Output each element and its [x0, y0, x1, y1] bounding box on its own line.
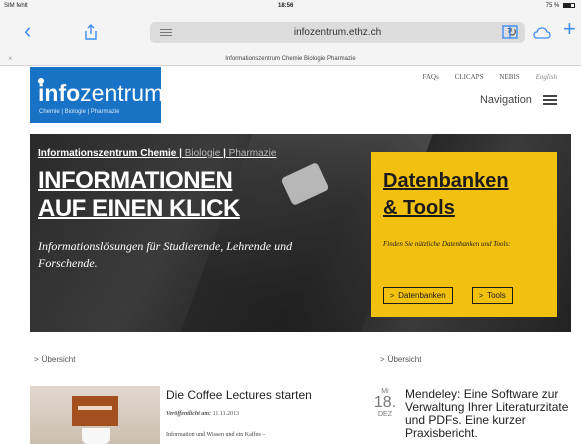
clock: 18:56: [278, 3, 294, 9]
hamburger-icon: [543, 95, 557, 106]
event-day: 18.: [373, 394, 397, 411]
news-excerpt: Information und Wissen und ein Kaffee –: [166, 432, 266, 438]
chevron-right-icon: >: [380, 355, 385, 364]
chevron-right-icon: >: [479, 293, 484, 300]
overview-link-left[interactable]: > Übersicht: [34, 355, 75, 364]
link-nebis[interactable]: NEBIS: [499, 73, 519, 81]
tools-button[interactable]: > Tools: [472, 287, 513, 304]
hero-breadcrumb[interactable]: Informationszentrum Chemie | Biologie | …: [38, 148, 276, 159]
thumbnail-sign: [72, 396, 118, 426]
navigation-label: Navigation: [479, 94, 532, 106]
hero-headline: Informationen auf einen Klick: [38, 167, 240, 222]
overview-link-right[interactable]: > Übersicht: [380, 355, 421, 364]
close-tab-icon[interactable]: ×: [8, 52, 13, 66]
site-logo[interactable]: infozentrum Chemie | Biologie | Pharmazi…: [30, 67, 164, 123]
back-icon[interactable]: ‹: [24, 20, 31, 42]
battery-icon: [563, 3, 575, 8]
hero-banner: Informationszentrum Chemie | Biologie | …: [30, 134, 571, 332]
logo-subtitle: Chemie | Biologie | Pharmazie: [39, 109, 120, 115]
event-date: Mi 18. DEZ: [372, 388, 398, 418]
browser-toolbar: ‹ infozentrum.ethz.ch ↻ +: [0, 14, 581, 52]
link-clicaps[interactable]: CLICAPS: [455, 73, 484, 81]
chevron-right-icon: >: [34, 355, 39, 364]
link-faqs[interactable]: FAQs: [423, 73, 439, 81]
book-icon[interactable]: [502, 24, 518, 42]
news-thumbnail[interactable]: [30, 386, 160, 444]
reader-icon[interactable]: [160, 29, 172, 36]
status-bar: SIM fehlt 18:56 75 %: [0, 0, 581, 14]
share-icon[interactable]: [84, 24, 98, 43]
databases-button[interactable]: > Datenbanken: [383, 287, 453, 304]
databases-tools-box: Datenbanken & Tools Finden Sie nützliche…: [371, 152, 557, 317]
event-month: DEZ: [378, 411, 392, 418]
carrier-label: SIM fehlt: [4, 3, 28, 9]
navigation-menu-button[interactable]: Navigation: [480, 94, 557, 106]
language-link[interactable]: English: [536, 73, 557, 81]
box-title[interactable]: Datenbanken & Tools: [383, 168, 509, 222]
tab-title: Informationszentrum Chemie Biologie Phar…: [225, 56, 356, 62]
event-title[interactable]: Mendeley: Eine Software zur Verwaltung I…: [405, 388, 575, 440]
chevron-right-icon: >: [390, 293, 395, 300]
address-bar[interactable]: infozentrum.ethz.ch ↻: [150, 22, 525, 43]
battery-label: 75 %: [545, 3, 560, 10]
news-title[interactable]: Die Coffee Lectures starten: [166, 388, 312, 402]
logo-name: infozentrum: [38, 80, 164, 106]
hero-tagline: Informationslösungen für Studierende, Le…: [38, 239, 293, 270]
battery-indicator: 75 %: [546, 3, 575, 9]
add-icon[interactable]: +: [563, 18, 576, 40]
thumbnail-cup: [82, 428, 110, 444]
box-description: Finden Sie nützliche Datenbanken und Too…: [383, 240, 511, 248]
top-nav: FAQs CLICAPS NEBIS English: [409, 73, 558, 81]
news-date: Veröffentlicht am: 11.11.2013: [166, 411, 240, 417]
tab-title-bar: × Informationszentrum Chemie Biologie Ph…: [0, 52, 581, 66]
cloud-icon[interactable]: [533, 24, 551, 42]
url-text: infozentrum.ethz.ch: [293, 27, 382, 38]
